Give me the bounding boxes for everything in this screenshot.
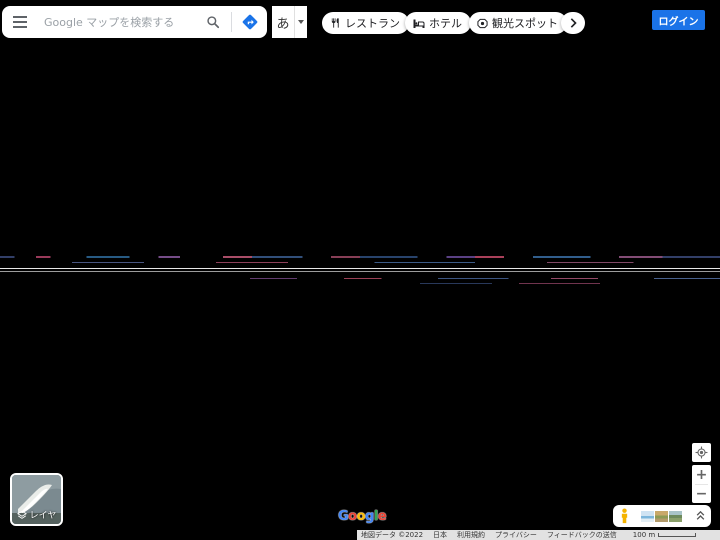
map-glitch-band [0, 262, 720, 263]
hamburger-menu-icon [13, 16, 27, 28]
search-input[interactable] [44, 9, 194, 35]
double-chevron-up-icon [696, 511, 704, 520]
privacy-link[interactable]: プライバシー [495, 530, 537, 540]
search-button[interactable] [198, 6, 228, 38]
directions-icon [242, 14, 258, 30]
logo-letter: G [338, 509, 349, 524]
search-box [2, 6, 267, 38]
input-tool: あ [272, 6, 307, 38]
map-glitch-band [250, 278, 720, 279]
divider [695, 484, 708, 485]
logo-letter: e [377, 509, 387, 524]
map-glitch-line [0, 271, 720, 272]
chevron-right-icon [570, 18, 577, 28]
my-location-button[interactable] [692, 443, 711, 462]
chip-label: 観光スポット [492, 17, 558, 30]
scale-label: 100 m [632, 531, 656, 539]
chip-attractions[interactable]: 観光スポット [469, 12, 567, 34]
imagery-bar [613, 505, 711, 527]
pegman-icon [621, 508, 627, 524]
my-location-icon [695, 446, 708, 459]
caret-down-icon [298, 20, 304, 24]
map-glitch-band [420, 283, 600, 284]
login-button[interactable]: ログイン [652, 10, 705, 30]
logo-letter: o [356, 509, 366, 524]
imagery-thumbnail[interactable] [641, 510, 654, 522]
zoom-out-button[interactable]: − [692, 484, 711, 503]
map-canvas[interactable] [0, 0, 720, 540]
pegman-button[interactable] [617, 507, 631, 525]
fork-knife-icon [331, 18, 339, 28]
imagery-thumbnail[interactable] [655, 510, 668, 522]
chip-label: ホテル [429, 17, 462, 30]
imagery-thumbnail[interactable] [669, 510, 682, 522]
input-tool-dropdown[interactable] [294, 6, 307, 38]
camera-icon [477, 18, 488, 28]
logo-letter: o [348, 509, 357, 524]
map-glitch-line [0, 268, 720, 269]
layers-icon [16, 510, 27, 519]
menu-button[interactable] [2, 6, 38, 38]
google-logo: Google [338, 509, 387, 524]
map-glitch-band [0, 256, 720, 258]
country-link[interactable]: 日本 [433, 530, 447, 540]
scale-line [658, 533, 697, 537]
chip-label: レストラン [345, 17, 400, 30]
layers-label: レイヤ [29, 511, 57, 521]
chip-hotels[interactable]: ホテル [405, 12, 471, 34]
scale-bar[interactable]: 100 m [629, 531, 697, 539]
search-icon [207, 16, 220, 29]
expand-button[interactable] [693, 508, 707, 524]
directions-button[interactable] [235, 6, 265, 38]
zoom-in-button[interactable]: + [692, 465, 711, 484]
chips-next-button[interactable] [561, 12, 585, 34]
bed-icon [413, 19, 425, 28]
footer-bar: 地図データ ©2022 日本 利用規約 プライバシー フィードバックの送信 10… [357, 530, 720, 540]
map-data-attribution: 地図データ ©2022 [361, 531, 424, 539]
chip-restaurants[interactable]: レストラン [322, 12, 409, 34]
feedback-link[interactable]: フィードバックの送信 [547, 530, 617, 540]
terms-link[interactable]: 利用規約 [457, 530, 485, 540]
logo-letter: g [365, 509, 374, 524]
layers-button[interactable]: レイヤ [10, 473, 63, 526]
zoom-control: + − [692, 465, 711, 503]
layers-caption: レイヤ [12, 508, 61, 521]
input-tool-button[interactable]: あ [272, 13, 294, 32]
divider [231, 12, 232, 32]
